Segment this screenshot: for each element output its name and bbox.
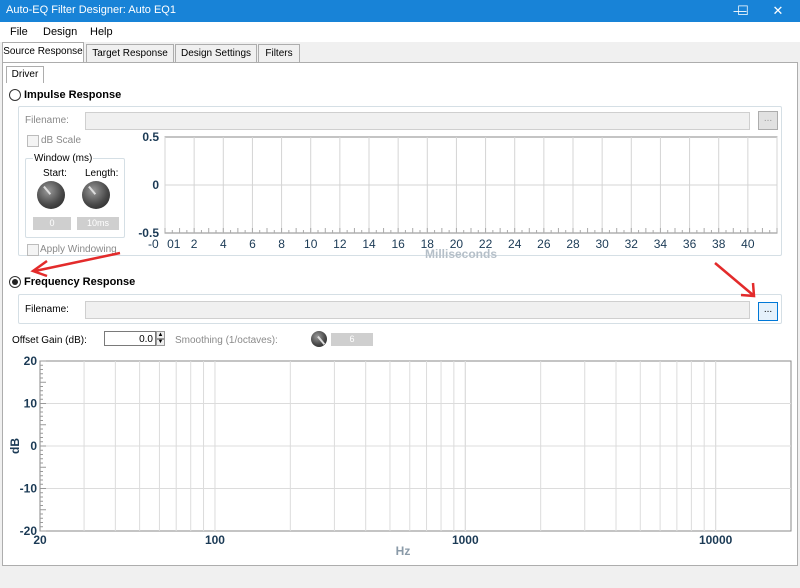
start-knob[interactable] <box>37 181 65 209</box>
frequency-response-radio[interactable] <box>9 276 21 288</box>
title-bar: Auto-EQ Filter Designer: Auto EQ1 — ☐ ✕ <box>0 0 800 22</box>
frequency-filename-field[interactable] <box>85 301 750 319</box>
window-group-label: Window (ms) <box>33 153 94 164</box>
frequency-x-tick-label: 10000 <box>699 533 733 547</box>
frequency-y-tick-label: 10 <box>24 397 38 411</box>
impulse-x-tick-label: 10 <box>304 237 318 251</box>
frequency-chart: 20 100 1000 1000020100-10-20HzdB <box>8 354 792 558</box>
offset-gain-input[interactable]: 0.0 <box>104 331 156 346</box>
frequency-y-tick-label: 0 <box>30 439 37 453</box>
menu-file[interactable]: File <box>10 26 28 38</box>
frequency-y-tick-label: -10 <box>20 482 38 496</box>
impulse-x-tick-label: 28 <box>566 237 580 251</box>
impulse-browse-button[interactable]: ... <box>758 111 778 130</box>
impulse-filename-field[interactable] <box>85 112 750 130</box>
smoothing-value: 6 <box>331 333 373 346</box>
tab-target-response[interactable]: Target Response <box>86 44 174 62</box>
offset-gain-up-icon[interactable]: ▲ <box>156 331 165 339</box>
impulse-chart: -0 01 2 4 6 8 10 12 14 16 18 20 22 24 26 28 30 32 34 36 38 40… <box>138 130 778 261</box>
offset-gain-label: Offset Gain (dB): <box>12 335 87 346</box>
smoothing-knob[interactable] <box>311 331 327 347</box>
impulse-x-tick-label: 14 <box>362 237 376 251</box>
tab-strip: Source Response Target Response Design S… <box>0 42 800 63</box>
impulse-x-tick-label: 4 <box>220 237 227 251</box>
db-scale-label: dB Scale <box>41 135 82 146</box>
impulse-x-tick-label: 01 <box>167 237 181 251</box>
frequency-y-tick-label: 20 <box>24 354 38 368</box>
menu-help[interactable]: Help <box>90 26 113 38</box>
impulse-y-tick-label: 0.5 <box>142 130 159 144</box>
window-title: Auto-EQ Filter Designer: Auto EQ1 <box>6 4 176 16</box>
close-button[interactable]: ✕ <box>760 0 796 22</box>
impulse-x-tick-label: 26 <box>537 237 551 251</box>
maximize-button[interactable]: ☐ <box>725 0 761 22</box>
frequency-browse-button[interactable]: ... <box>758 302 778 321</box>
impulse-x-tick-label: 12 <box>333 237 347 251</box>
impulse-x-tick-label: 6 <box>249 237 256 251</box>
impulse-filename-label: Filename: <box>25 115 69 126</box>
impulse-x-tick-label: 38 <box>712 237 726 251</box>
impulse-response-radio[interactable] <box>9 89 21 101</box>
offset-gain-down-icon[interactable]: ▼ <box>156 339 165 346</box>
smoothing-label: Smoothing (1/octaves): <box>175 335 278 346</box>
impulse-x-tick-label: 2 <box>191 237 198 251</box>
impulse-y-tick-label: -0.5 <box>138 226 159 240</box>
menu-bar: File Design Help <box>0 22 800 42</box>
impulse-x-tick-label: 40 <box>741 237 755 251</box>
impulse-x-tick-label: 24 <box>508 237 522 251</box>
impulse-x-axis-label: Milliseconds <box>425 247 497 261</box>
frequency-x-tick-label: 100 <box>205 533 225 547</box>
impulse-x-tick-label: 32 <box>625 237 639 251</box>
db-scale-checkbox[interactable] <box>27 135 39 147</box>
impulse-x-tick-label: 8 <box>278 237 285 251</box>
frequency-filename-label: Filename: <box>25 304 69 315</box>
frequency-x-tick-label: 1000 <box>452 533 479 547</box>
impulse-x-tick-label: 16 <box>391 237 405 251</box>
annotation-arrow-left-icon <box>30 251 121 278</box>
frequency-x-axis-label: Hz <box>396 544 411 558</box>
start-value: 0 <box>33 217 71 230</box>
impulse-x-tick-label: 30 <box>595 237 609 251</box>
impulse-x-tick-label: 36 <box>683 237 697 251</box>
length-label: Length: <box>85 168 119 179</box>
tab-source-response[interactable]: Source Response <box>2 42 84 63</box>
menu-design[interactable]: Design <box>43 26 77 38</box>
frequency-y-axis-label: dB <box>8 438 22 454</box>
source-response-panel: Driver Impulse Response Filename: ... dB… <box>2 62 798 566</box>
annotation-arrow-right-icon <box>714 262 756 298</box>
impulse-y-tick-label: 0 <box>152 178 159 192</box>
frequency-y-tick-label: -20 <box>20 524 38 538</box>
tab-filters[interactable]: Filters <box>258 44 300 62</box>
tab-design-settings[interactable]: Design Settings <box>175 44 257 62</box>
impulse-x-tick-label: 34 <box>654 237 668 251</box>
tab-driver[interactable]: Driver <box>6 66 44 83</box>
length-knob[interactable] <box>82 181 110 209</box>
length-value: 10ms <box>77 217 119 230</box>
start-label: Start: <box>43 168 67 179</box>
impulse-response-heading: Impulse Response <box>24 89 122 101</box>
